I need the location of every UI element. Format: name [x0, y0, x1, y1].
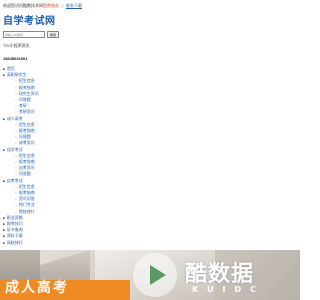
nav-submenu: 招生信息报考指南自考资讯问答题 — [3, 153, 39, 178]
nav-item-label[interactable]: 报考技巧 — [7, 221, 23, 226]
nav-item[interactable]: 成人高考招生信息报考指南问答题成考资讯 — [3, 116, 39, 147]
nav-item-label[interactable]: 职业资格 — [7, 215, 23, 220]
nav-item[interactable]: 自考考试招生信息报考指南资讯问答热门专业院校排行 — [3, 178, 39, 215]
nav-submenu: 招生信息报考指南研究生资讯问答题考研考研资讯 — [3, 78, 39, 115]
nav-item[interactable]: 自学考试招生信息报考指南自考资讯问答题 — [3, 147, 39, 178]
banner-title: 成人高考 — [5, 280, 69, 296]
nav-item-label[interactable]: 证书查询 — [7, 227, 23, 232]
nav-item-label[interactable]: 自学考试 — [7, 147, 23, 152]
site-logo[interactable]: 自学考试网 — [3, 12, 56, 27]
main-nav: 首页高职研究生招生信息报考指南研究生资讯问答题考研考研资讯成人高考招生信息报考指… — [3, 66, 39, 246]
divider: | — [62, 3, 64, 8]
nav-item-label[interactable]: 网校排行 — [7, 240, 23, 245]
nav-item[interactable]: 高职研究生招生信息报考指南研究生资讯问答题考研考研资讯 — [3, 72, 39, 115]
search-input[interactable] — [3, 31, 45, 38]
nav-item-label[interactable]: 自考考试 — [7, 178, 23, 183]
nav-item[interactable]: 网校排行 — [3, 240, 39, 246]
phone-number: 15645631001 — [3, 56, 28, 61]
brand-link[interactable]: 酷数服务 — [43, 3, 59, 8]
search-button[interactable]: 搜索 — [47, 31, 60, 38]
search-bar: 搜索 — [3, 31, 60, 38]
watermark-subtitle: KUIDC — [192, 285, 266, 294]
nav-item-label[interactable]: 资料下载 — [7, 233, 23, 238]
watermark-title: 酷数据 — [185, 262, 255, 287]
nav-submenu: 招生信息报考指南资讯问答热门专业院校排行 — [3, 184, 39, 215]
top-bar: 欢迎您访问酷数技术网酷数服务 | 联系下载 — [3, 3, 82, 9]
nav-item-label[interactable]: 高职研究生 — [7, 72, 27, 77]
play-icon[interactable] — [133, 253, 177, 297]
nav-submenu: 招生信息报考指南问答题成考资讯 — [3, 122, 39, 147]
hot-topic[interactable]: TGI小程序资讯 — [3, 43, 30, 49]
nav-item-label[interactable]: 首页 — [7, 66, 15, 71]
download-link[interactable]: 联系下载 — [66, 3, 82, 8]
welcome-text: 欢迎您访问酷数技术网 — [3, 3, 43, 8]
nav-item-label[interactable]: 成人高考 — [7, 116, 23, 121]
